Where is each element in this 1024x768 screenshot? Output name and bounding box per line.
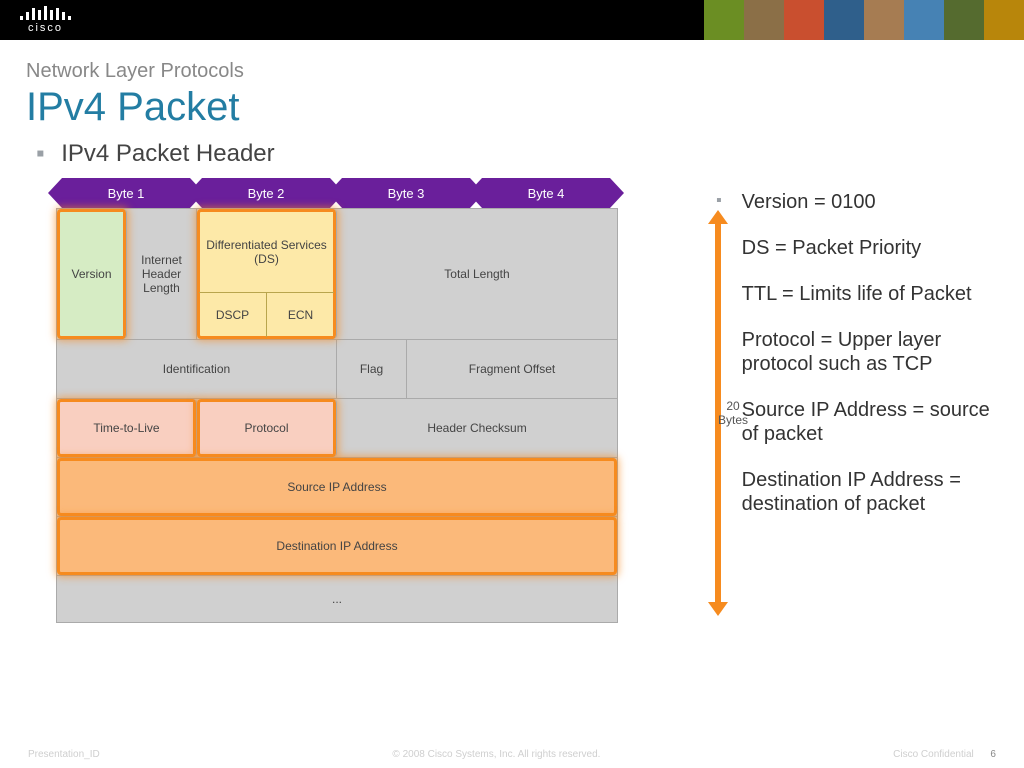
bullet-text: Source IP Address = source of packet [742,398,998,446]
header-size-indicator: 20 Bytes [690,218,746,608]
bullet-text: TTL = Limits life of Packet [742,282,972,306]
byte-arrow-2: Byte 2 [202,178,330,208]
cisco-wordmark: cisco [28,22,63,34]
size-unit: Bytes [718,413,748,427]
field-fragment-offset: Fragment Offset [407,340,617,398]
field-ecn: ECN [267,293,334,337]
field-explanations: Version = 0100 DS = Packet Priority TTL … [716,140,998,623]
field-checksum: Header Checksum [337,399,617,457]
field-ihl: Internet Header Length [127,209,197,339]
slide-title: IPv4 Packet [26,85,998,130]
section-heading: IPv4 Packet Header [36,140,686,168]
byte-arrow-4: Byte 4 [482,178,610,208]
bullet-src: Source IP Address = source of packet [716,398,998,446]
slide-footer: Presentation_ID © 2008 Cisco Systems, In… [0,749,1024,760]
bullet-text: Protocol = Upper layer protocol such as … [742,328,998,376]
footer-center: © 2008 Cisco Systems, Inc. All rights re… [392,749,600,760]
ipv4-header-diagram: Byte 1 Byte 2 Byte 3 Byte 4 Version Inte… [56,178,686,623]
bullet-version: Version = 0100 [716,190,998,214]
field-dscp: DSCP [199,293,267,337]
slide-body: Network Layer Protocols IPv4 Packet IPv4… [0,40,1024,623]
footer-left: Presentation_ID [28,749,100,760]
bullet-ds: DS = Packet Priority [716,236,998,260]
top-banner: cisco [0,0,1024,40]
field-identification: Identification [57,340,337,398]
field-options-ellipsis: ... [57,576,617,622]
cisco-bars-icon [20,6,71,20]
field-src-ip: Source IP Address [57,458,617,516]
byte-arrow-1: Byte 1 [62,178,190,208]
field-ds-label: Differentiated Services (DS) [199,211,334,293]
bullet-protocol: Protocol = Upper layer protocol such as … [716,328,998,376]
banner-photo-strip [704,0,1024,40]
slide-subtitle: Network Layer Protocols [26,60,998,83]
section-heading-text: IPv4 Packet Header [61,140,274,167]
field-total-length: Total Length [337,209,617,339]
header-grid: Version Internet Header Length Different… [56,208,618,623]
field-ttl: Time-to-Live [57,399,197,457]
field-ds: Differentiated Services (DS) DSCP ECN [197,209,337,339]
cisco-logo: cisco [20,6,71,34]
page-number: 6 [990,749,996,760]
footer-confidential: Cisco Confidential [893,749,974,760]
byte-arrow-3: Byte 3 [342,178,470,208]
bullet-text: DS = Packet Priority [742,236,922,260]
field-protocol: Protocol [197,399,337,457]
field-version: Version [57,209,127,339]
bullet-text: Version = 0100 [742,190,876,214]
field-dst-ip: Destination IP Address [57,517,617,575]
size-value: 20 [726,399,739,413]
bullet-ttl: TTL = Limits life of Packet [716,282,998,306]
field-flag: Flag [337,340,407,398]
bullet-text: Destination IP Address = destination of … [742,468,998,516]
bullet-dst: Destination IP Address = destination of … [716,468,998,516]
